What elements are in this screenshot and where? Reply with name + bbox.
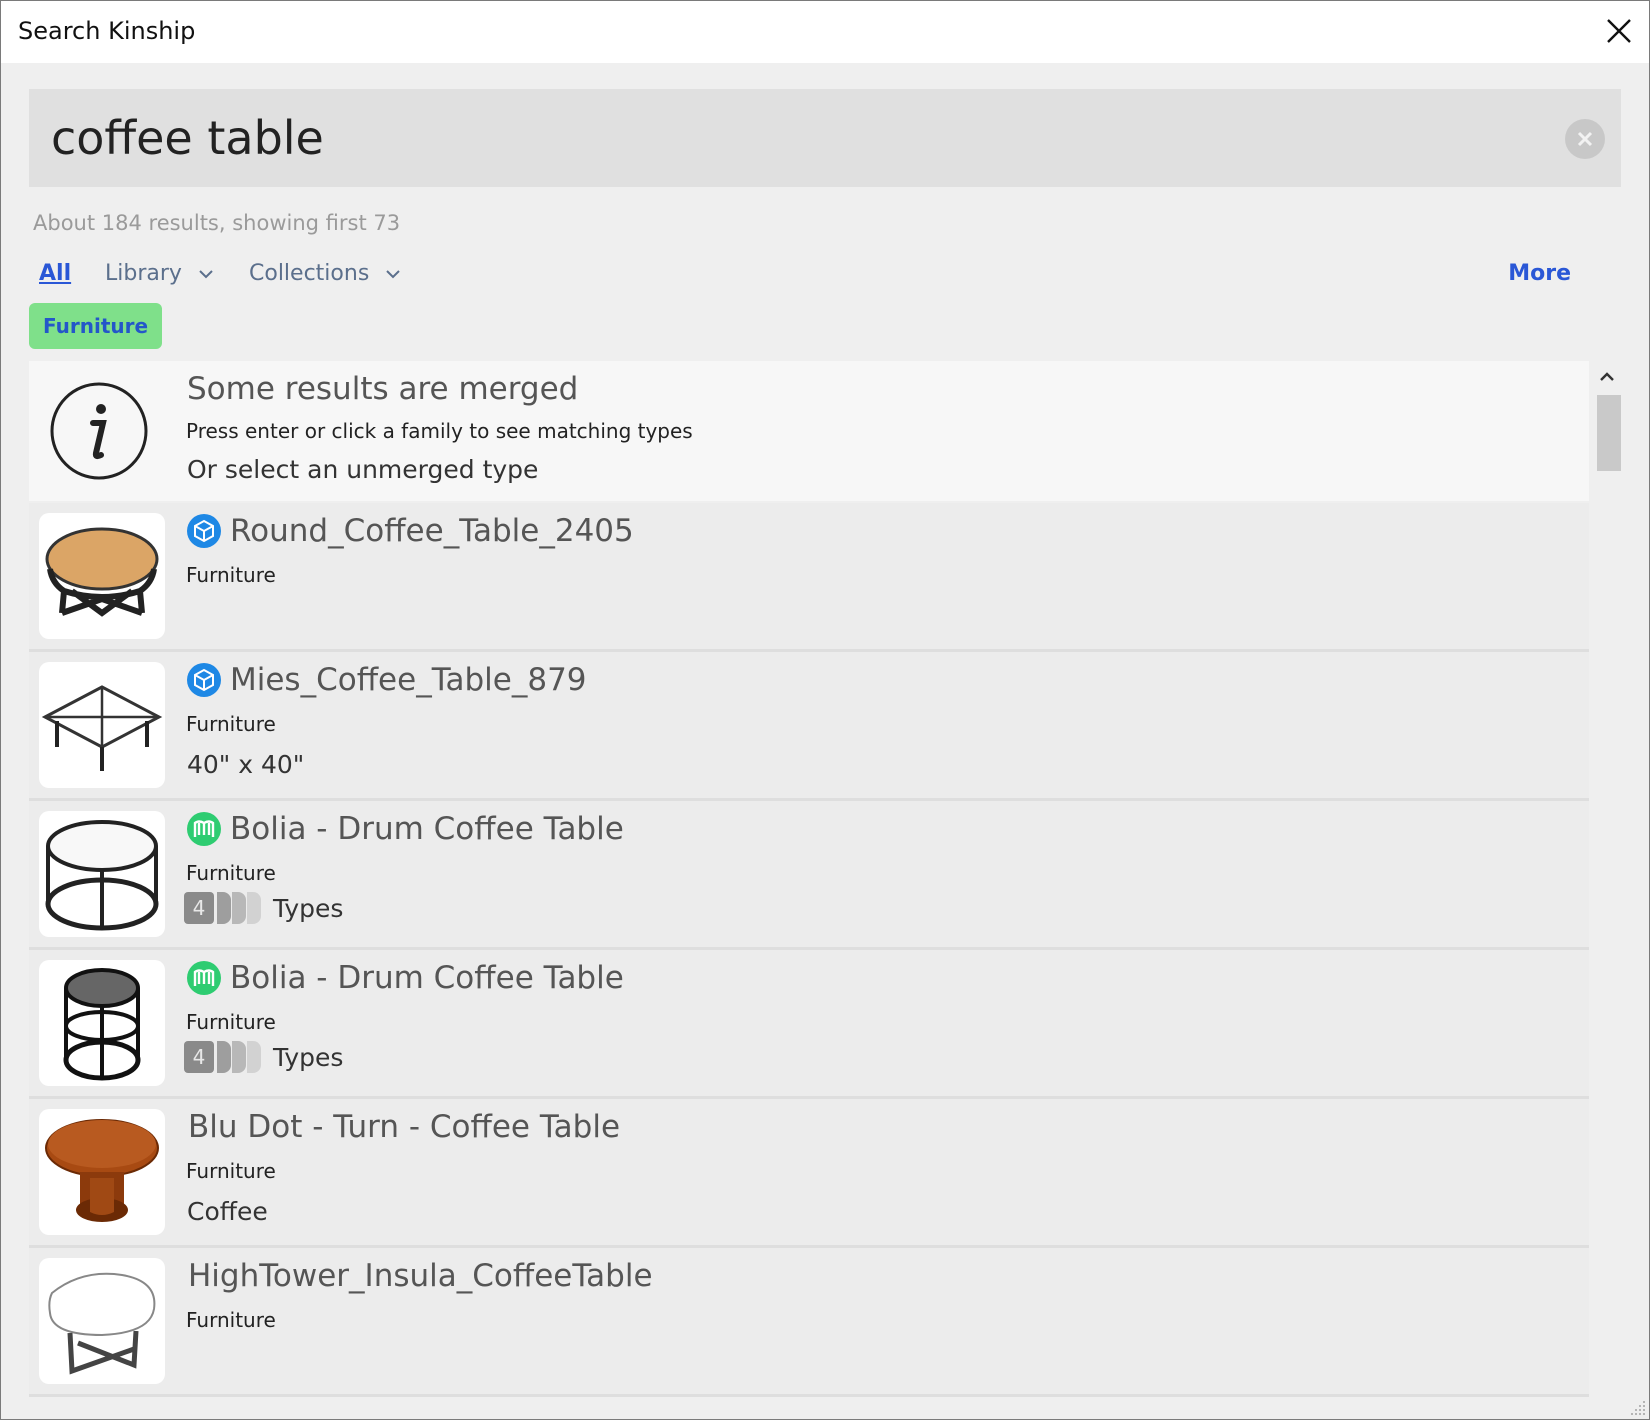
info-title: Some results are merged — [187, 371, 579, 407]
result-title: Mies_Coffee_Table_879 — [186, 662, 587, 698]
close-button[interactable] — [1599, 11, 1639, 51]
info-instruction: Press enter or click a family to see mat… — [186, 419, 693, 443]
result-thumbnail — [39, 1258, 165, 1384]
types-stack-icon — [216, 892, 261, 924]
more-button[interactable]: More — [1508, 261, 1571, 286]
filter-collections[interactable]: Collections — [249, 261, 401, 286]
types-stack-icon — [216, 1041, 261, 1073]
round-table-image — [45, 527, 159, 617]
result-title: Blu Dot - Turn - Coffee Table — [186, 1109, 620, 1145]
filter-collections-label: Collections — [249, 261, 370, 286]
search-input[interactable] — [49, 107, 1533, 169]
types-count-badge: 4 — [184, 1041, 214, 1073]
result-title-text: Bolia - Drum Coffee Table — [230, 811, 624, 847]
result-item[interactable]: Blu Dot - Turn - Coffee Table Furniture … — [29, 1099, 1589, 1248]
result-thumbnail — [39, 960, 165, 1086]
info-instruction-secondary: Or select an unmerged type — [187, 455, 539, 484]
result-category: Furniture — [186, 1010, 276, 1034]
clear-search-button[interactable] — [1565, 119, 1605, 159]
result-category: Furniture — [186, 1159, 276, 1183]
result-rows: Round_Coffee_Table_2405 Furniture Mies_C… — [29, 503, 1589, 1397]
filter-all-label: All — [39, 261, 72, 286]
result-category: Furniture — [186, 1308, 276, 1332]
result-title: Bolia - Drum Coffee Table — [186, 960, 624, 996]
filter-library-label: Library — [105, 261, 182, 286]
result-item[interactable]: HighTower_Insula_CoffeeTable Furniture — [29, 1248, 1589, 1397]
info-icon — [50, 382, 148, 480]
insula-table-image — [48, 1272, 156, 1375]
filter-bar: All Library Collections More — [39, 261, 1579, 301]
merged-results-notice: Some results are merged Press enter or c… — [29, 361, 1589, 501]
result-thumbnail — [39, 513, 165, 639]
types-count-badge: 4 — [184, 892, 214, 924]
result-category: Furniture — [186, 712, 276, 736]
result-title: Round_Coffee_Table_2405 — [186, 513, 634, 549]
search-box — [29, 89, 1621, 187]
types-label: Types — [273, 1042, 344, 1072]
result-item[interactable]: Bolia - Drum Coffee Table Furniture 4 Ty… — [29, 950, 1589, 1099]
drum-table-white-image — [45, 820, 159, 931]
manufacturer-icon — [187, 812, 221, 846]
results-list: Some results are merged Press enter or c… — [29, 361, 1621, 1419]
results-scrollbar[interactable] — [1593, 361, 1621, 1419]
result-item[interactable]: Mies_Coffee_Table_879 Furniture 40" x 40… — [29, 652, 1589, 801]
close-icon — [1607, 19, 1631, 43]
square-table-image — [41, 685, 163, 771]
result-thumbnail — [39, 662, 165, 788]
result-title: HighTower_Insula_CoffeeTable — [186, 1258, 653, 1294]
result-type-name: Coffee — [187, 1197, 268, 1226]
cube-icon — [187, 663, 221, 697]
result-category: Furniture — [186, 861, 276, 885]
result-title: Bolia - Drum Coffee Table — [186, 811, 624, 847]
result-title-text: Mies_Coffee_Table_879 — [230, 662, 587, 698]
drum-table-dark-image — [63, 968, 141, 1081]
resize-grip-icon[interactable] — [1629, 1399, 1647, 1417]
cube-icon — [187, 514, 221, 548]
result-thumbnail — [39, 1109, 165, 1235]
manufacturer-icon — [187, 961, 221, 995]
clear-icon — [1577, 131, 1593, 147]
window-title: Search Kinship — [18, 17, 196, 45]
result-title-text: HighTower_Insula_CoffeeTable — [188, 1258, 653, 1294]
result-thumbnail — [39, 811, 165, 937]
search-kinship-window: Search Kinship About 184 results, showin… — [0, 0, 1650, 1420]
result-dimensions: 40" x 40" — [187, 750, 305, 779]
turn-table-image — [45, 1119, 159, 1222]
scroll-up-icon[interactable] — [1597, 367, 1617, 387]
result-count: About 184 results, showing first 73 — [33, 211, 401, 235]
types-label: Types — [273, 893, 344, 923]
filter-all[interactable]: All — [39, 261, 71, 286]
types-indicator[interactable]: 4 Types — [184, 892, 343, 924]
result-item[interactable]: Bolia - Drum Coffee Table Furniture 4 Ty… — [29, 801, 1589, 950]
scrollbar-thumb[interactable] — [1597, 395, 1621, 471]
types-indicator[interactable]: 4 Types — [184, 1041, 343, 1073]
result-title-text: Bolia - Drum Coffee Table — [230, 960, 624, 996]
chevron-down-icon — [385, 269, 401, 279]
result-item[interactable]: Round_Coffee_Table_2405 Furniture — [29, 503, 1589, 652]
title-bar: Search Kinship — [1, 1, 1649, 63]
furniture-filter-chip[interactable]: Furniture — [29, 303, 163, 349]
dialog-content: About 184 results, showing first 73 All … — [1, 63, 1649, 1419]
result-title-text: Blu Dot - Turn - Coffee Table — [188, 1109, 621, 1145]
result-category: Furniture — [186, 563, 276, 587]
result-title-text: Round_Coffee_Table_2405 — [230, 513, 634, 549]
filter-library[interactable]: Library — [105, 261, 214, 286]
chevron-down-icon — [198, 269, 214, 279]
